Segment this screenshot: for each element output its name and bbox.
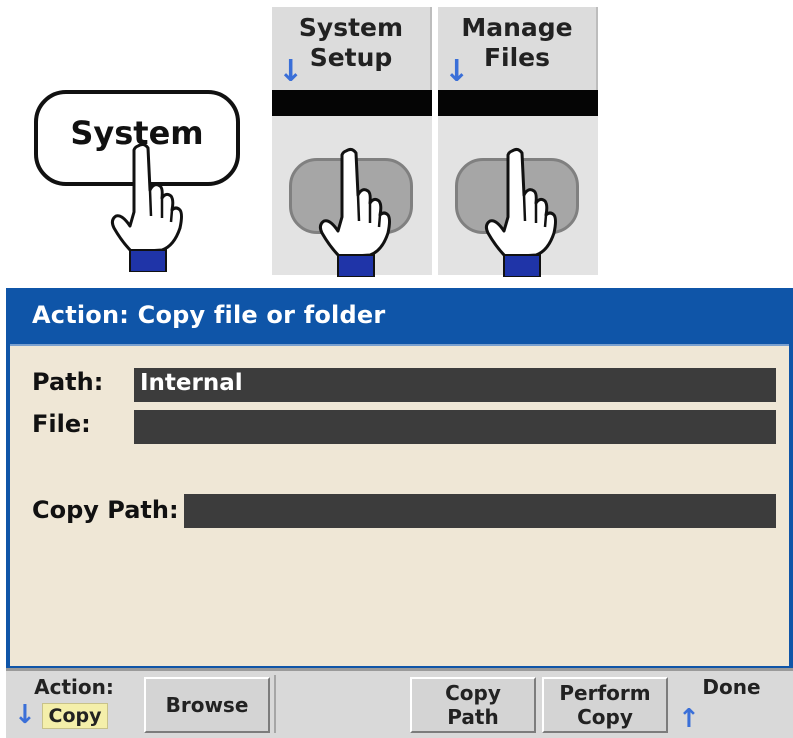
path-label: Path: bbox=[32, 368, 104, 396]
pointing-hand-icon bbox=[482, 147, 558, 277]
manage-files-line1: Manage bbox=[461, 13, 573, 42]
action-value: Copy bbox=[42, 703, 108, 729]
softkey-manage-files-panel: Manage Files ↓ bbox=[438, 7, 598, 277]
pointing-hand-icon bbox=[316, 147, 392, 277]
softkey-divider-bar bbox=[438, 90, 598, 116]
path-field[interactable]: Internal bbox=[134, 368, 776, 402]
file-field[interactable] bbox=[134, 410, 776, 444]
softkey-divider bbox=[274, 675, 276, 733]
softkey-manage-files[interactable]: Manage Files ↓ bbox=[438, 7, 598, 90]
done-button[interactable]: Done ↑ bbox=[674, 675, 789, 734]
up-arrow-icon: ↑ bbox=[678, 704, 700, 734]
down-arrow-icon: ↓ bbox=[14, 700, 36, 730]
done-label: Done bbox=[702, 675, 761, 699]
copy-path-line2: Path bbox=[447, 705, 499, 729]
perform-copy-line1: Perform bbox=[559, 681, 651, 705]
dialog-title: Action: Copy file or folder bbox=[32, 301, 386, 329]
perform-copy-button[interactable]: Perform Copy bbox=[542, 677, 668, 733]
system-front-panel-key-area: System bbox=[26, 80, 256, 272]
copy-path-line1: Copy bbox=[445, 681, 501, 705]
path-value: Internal bbox=[140, 370, 243, 396]
action-softkey[interactable]: Action: ↓ Copy bbox=[10, 675, 138, 733]
softkey-divider-bar bbox=[272, 90, 432, 116]
copy-path-field[interactable] bbox=[184, 494, 776, 528]
dialog-content: Path: Internal File: Copy Path: bbox=[10, 344, 789, 666]
softkey-menu: Action: ↓ Copy Browse Copy Path Perform … bbox=[6, 668, 793, 738]
instrument-screen: Action: Copy file or folder Path: Intern… bbox=[6, 288, 793, 738]
perform-copy-line2: Copy bbox=[577, 705, 633, 729]
browse-label: Browse bbox=[165, 693, 249, 717]
softkey-system-setup-panel: System Setup ↓ bbox=[272, 7, 432, 277]
down-arrow-icon: ↓ bbox=[278, 54, 304, 89]
system-setup-line1: System bbox=[298, 13, 404, 42]
copy-path-label: Copy Path: bbox=[32, 496, 179, 524]
empty-softkey[interactable] bbox=[278, 677, 404, 733]
browse-button[interactable]: Browse bbox=[144, 677, 270, 733]
pointing-hand-icon bbox=[108, 142, 184, 272]
down-arrow-icon: ↓ bbox=[444, 54, 470, 89]
dialog-title-bar: Action: Copy file or folder bbox=[6, 288, 793, 344]
softkey-system-setup[interactable]: System Setup ↓ bbox=[272, 7, 432, 90]
file-label: File: bbox=[32, 410, 91, 438]
action-label: Action: bbox=[34, 675, 114, 699]
copy-path-button[interactable]: Copy Path bbox=[410, 677, 536, 733]
